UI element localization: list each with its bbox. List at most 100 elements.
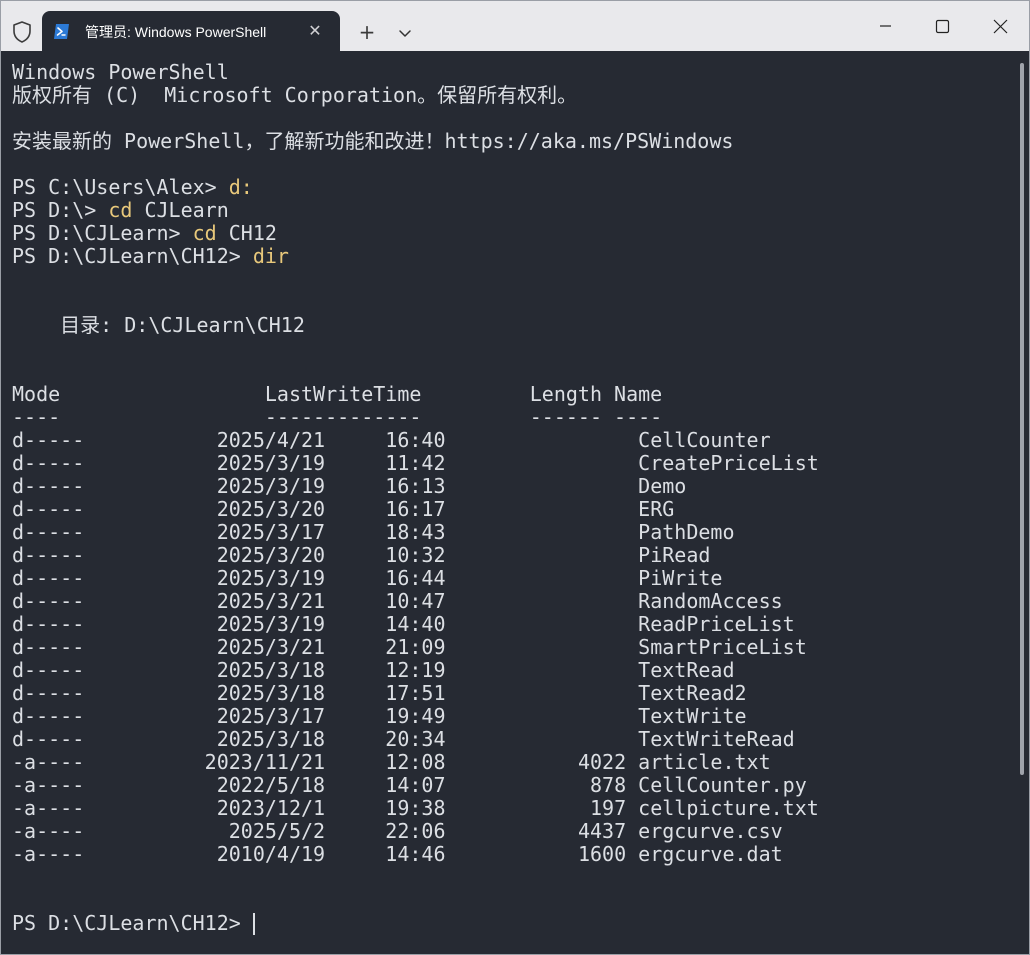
terminal-output[interactable]: Windows PowerShell 版权所有 (C) Microsoft Co… [12, 61, 1012, 941]
mode-cell: d----- [12, 497, 85, 521]
command-line: PS C:\Users\Alex> d: [12, 176, 1012, 199]
tab-close-button[interactable]: ✕ [304, 20, 326, 42]
length-cell: 1600 [445, 842, 627, 866]
table-row: -a---- 2023/11/21 12:08 4022 article.txt [12, 751, 1012, 774]
directory-line: 目录: D:\CJLearn\CH12 [12, 313, 305, 337]
date-cell: 2025/3/20 [84, 497, 326, 521]
table-row: d----- 2025/4/21 16:40 CellCounter [12, 429, 1012, 452]
length-cell [446, 589, 627, 613]
minimize-icon[interactable] [856, 1, 914, 51]
new-tab-button[interactable]: + [353, 19, 381, 45]
name-cell: PathDemo [626, 520, 735, 544]
time-cell: 18:43 [325, 520, 446, 544]
time-cell: 12:19 [325, 658, 446, 682]
table-header: Mode LastWriteTime Length Name [12, 382, 663, 406]
time-cell: 10:47 [325, 589, 446, 613]
name-cell: TextRead2 [626, 681, 747, 705]
length-cell [446, 727, 627, 751]
title-bar[interactable]: 管理员: Windows PowerShell ✕ + [1, 1, 1030, 52]
command: dir [252, 244, 289, 268]
time-cell: 10:32 [325, 543, 446, 567]
mode-cell: d----- [12, 704, 85, 728]
length-cell: 197 [445, 796, 627, 820]
date-cell: 2025/3/19 [84, 566, 326, 590]
time-cell: 19:49 [325, 704, 446, 728]
name-cell: ReadPriceList [626, 612, 795, 636]
time-cell: 14:46 [325, 842, 446, 866]
length-cell [446, 635, 627, 659]
mode-cell: d----- [12, 727, 85, 751]
name-cell: CellCounter [626, 428, 771, 452]
length-cell [446, 428, 627, 452]
table-row: d----- 2025/3/18 12:19 TextRead [12, 659, 1012, 682]
name-cell: TextWriteRead [626, 727, 795, 751]
name-cell: PiRead [626, 543, 711, 567]
prompt: PS D:\CJLearn\CH12> [12, 244, 253, 268]
name-cell: SmartPriceList [626, 635, 807, 659]
table-row: d----- 2025/3/18 20:34 TextWriteRead [12, 728, 1012, 751]
close-icon[interactable] [972, 1, 1030, 51]
date-cell: 2025/3/18 [84, 681, 326, 705]
name-cell: article.txt [626, 750, 771, 774]
table-row: d----- 2025/3/21 21:09 SmartPriceList [12, 636, 1012, 659]
tab-title: 管理员: Windows PowerShell [85, 24, 267, 40]
length-cell [446, 543, 627, 567]
mode-cell: d----- [12, 681, 85, 705]
mode-cell: -a---- [12, 750, 85, 774]
mode-cell: d----- [12, 612, 85, 636]
length-cell: 4022 [445, 750, 627, 774]
tab-powershell[interactable]: 管理员: Windows PowerShell ✕ [42, 11, 340, 52]
name-cell: PiWrite [626, 566, 723, 590]
date-cell: 2025/3/18 [84, 658, 326, 682]
time-cell: 14:40 [325, 612, 446, 636]
chevron-down-icon[interactable] [393, 21, 417, 45]
date-cell: 2022/5/18 [84, 773, 326, 797]
table-row: d----- 2025/3/21 10:47 RandomAccess [12, 590, 1012, 613]
maximize-icon[interactable] [914, 1, 972, 51]
final-prompt-line[interactable]: PS D:\CJLearn\CH12> [12, 912, 1012, 935]
time-cell: 17:51 [325, 681, 446, 705]
command-line: PS D:\> cd CJLearn [12, 199, 1012, 222]
scrollbar-thumb[interactable] [1020, 63, 1024, 775]
table-row: d----- 2025/3/18 17:51 TextRead2 [12, 682, 1012, 705]
time-cell: 19:38 [325, 796, 446, 820]
time-cell: 12:08 [325, 750, 446, 774]
name-cell: ERG [626, 497, 675, 521]
date-cell: 2010/4/19 [84, 842, 326, 866]
command-line: PS D:\CJLearn\CH12> dir [12, 245, 1012, 268]
prompt: PS D:\CJLearn\CH12> [12, 911, 253, 935]
command: d: [228, 175, 253, 199]
name-cell: CellCounter.py [626, 773, 807, 797]
name-cell: Demo [626, 474, 687, 498]
mode-cell: d----- [12, 474, 85, 498]
table-row: d----- 2025/3/17 18:43 PathDemo [12, 521, 1012, 544]
command: cd [108, 198, 133, 222]
name-cell: ergcurve.dat [626, 842, 783, 866]
date-cell: 2025/3/19 [84, 612, 326, 636]
name-cell: cellpicture.txt [626, 796, 819, 820]
mode-cell: -a---- [12, 796, 85, 820]
table-row: d----- 2025/3/20 16:17 ERG [12, 498, 1012, 521]
length-cell [446, 612, 627, 636]
prompt: PS D:\CJLearn> [12, 221, 193, 245]
command-arg: CH12 [216, 221, 277, 245]
time-cell: 22:06 [325, 819, 446, 843]
mode-cell: d----- [12, 566, 85, 590]
promo-line: 安装最新的 PowerShell，了解新功能和改进！https://aka.ms… [12, 129, 734, 153]
header-line: Windows PowerShell [12, 60, 229, 84]
table-separator: ---- ------------- ------ ---- [12, 405, 663, 429]
date-cell: 2023/11/21 [84, 750, 326, 774]
text-cursor [252, 913, 255, 935]
table-row: -a---- 2022/5/18 14:07 878 CellCounter.p… [12, 774, 1012, 797]
mode-cell: d----- [12, 658, 85, 682]
length-cell [446, 704, 627, 728]
terminal-window: 管理员: Windows PowerShell ✕ + Windows Powe… [0, 0, 1030, 955]
directory-listing: d----- 2025/4/21 16:40 CellCounter d-----… [12, 429, 1012, 866]
time-cell: 16:13 [325, 474, 446, 498]
